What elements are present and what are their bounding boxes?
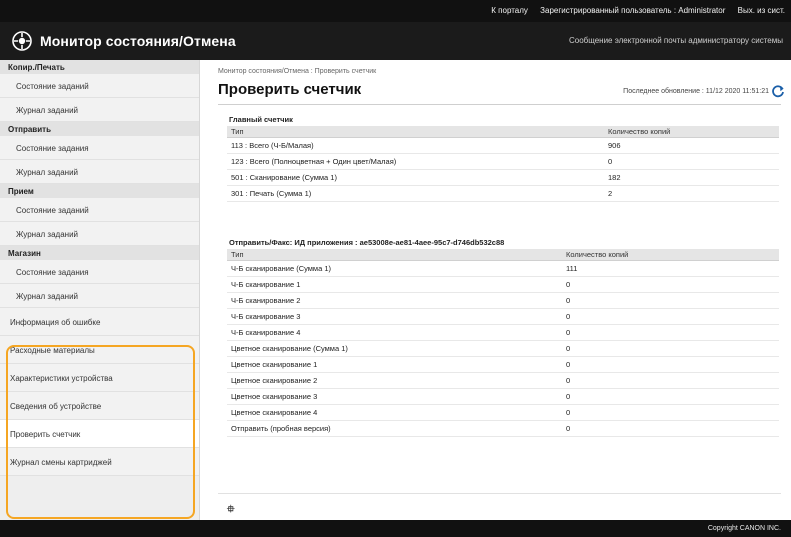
table-row: Цветное сканирование 40	[227, 404, 779, 421]
type-cell: 113 : Всего (Ч-Б/Малая)	[227, 137, 604, 154]
type-cell: Цветное сканирование 3	[227, 388, 562, 405]
logout-link[interactable]: Вых. из сист.	[738, 6, 785, 15]
count-cell: 0	[562, 292, 779, 309]
table-row: Ч-Б сканирование 40	[227, 324, 779, 341]
breadcrumb: Монитор состояния/Отмена : Проверить сче…	[218, 68, 377, 75]
sidebar-item-copy-job-status[interactable]: Состояние заданий	[0, 74, 199, 98]
sidebar-item-store-job-log[interactable]: Журнал заданий	[0, 284, 199, 308]
sidebar-section-store: Магазин	[0, 246, 199, 260]
copyright: Copyright CANON INC.	[707, 525, 781, 532]
table-row: Ч-Б сканирование 30	[227, 308, 779, 325]
send-counter-title: Отправить/Факс: ИД приложения : ae53008e…	[229, 238, 505, 247]
table-row: 501 : Сканирование (Сумма 1) 182	[227, 169, 779, 186]
type-cell: Ч-Б сканирование 3	[227, 308, 562, 325]
type-cell: Цветное сканирование (Сумма 1)	[227, 340, 562, 357]
column-header-type: Тип	[227, 126, 604, 138]
top-bar: К порталу Зарегистрированный пользовател…	[0, 0, 791, 22]
type-cell: Ч-Б сканирование (Сумма 1)	[227, 260, 562, 277]
count-cell: 906	[604, 137, 779, 154]
title-divider	[218, 104, 781, 105]
sidebar-item-device-features[interactable]: Характеристики устройства	[0, 364, 199, 392]
table-row: Отправить (пробная версия) 0	[227, 420, 779, 437]
count-cell: 0	[562, 404, 779, 421]
status-monitor-icon	[12, 31, 32, 51]
sidebar-item-check-counter[interactable]: Проверить счетчик	[0, 420, 199, 448]
count-cell: 111	[562, 260, 779, 277]
sidebar-item-cartridge-log[interactable]: Журнал смены картриджей	[0, 448, 199, 476]
send-counter-table: Тип Количество копий Ч-Б сканирование (С…	[227, 249, 779, 437]
bottom-divider	[218, 493, 781, 494]
sidebar-item-receive-job-log[interactable]: Журнал заданий	[0, 222, 199, 246]
sidebar: Копир./Печать Состояние заданий Журнал з…	[0, 60, 200, 520]
table-row: 301 : Печать (Сумма 1) 2	[227, 185, 779, 202]
app-title: Монитор состояния/Отмена	[40, 33, 236, 49]
sidebar-section-send: Отправить	[0, 122, 199, 136]
sidebar-item-device-info[interactable]: Сведения об устройстве	[0, 392, 199, 420]
table-row: Ч-Б сканирование (Сумма 1) 111	[227, 260, 779, 277]
table-row: Цветное сканирование 20	[227, 372, 779, 389]
table-row: Цветное сканирование (Сумма 1) 0	[227, 340, 779, 357]
sidebar-item-consumables[interactable]: Расходные материалы	[0, 336, 199, 364]
main-counter-table: Тип Количество копий 113 : Всего (Ч-Б/Ма…	[227, 126, 779, 202]
count-cell: 0	[562, 420, 779, 437]
footer: Copyright CANON INC.	[0, 520, 791, 537]
scroll-to-top-icon[interactable]: ⯐	[227, 502, 235, 519]
count-cell: 0	[562, 276, 779, 293]
sidebar-item-copy-job-log[interactable]: Журнал заданий	[0, 98, 199, 122]
type-cell: 501 : Сканирование (Сумма 1)	[227, 169, 604, 186]
type-cell: Цветное сканирование 1	[227, 356, 562, 373]
page-title: Проверить счетчик	[218, 81, 362, 98]
column-header-count: Количество копий	[604, 126, 779, 138]
sidebar-item-error-info[interactable]: Информация об ошибке	[0, 308, 199, 336]
count-cell: 182	[604, 169, 779, 186]
sidebar-item-receive-job-status[interactable]: Состояние заданий	[0, 198, 199, 222]
table-row: Цветное сканирование 30	[227, 388, 779, 405]
count-cell: 0	[562, 340, 779, 357]
top-links: К порталу Зарегистрированный пользовател…	[481, 6, 785, 15]
last-update: Последнее обновление : 11/12 2020 11:51:…	[623, 88, 769, 95]
table-row: Цветное сканирование 10	[227, 356, 779, 373]
type-cell: Цветное сканирование 4	[227, 404, 562, 421]
count-cell: 0	[562, 372, 779, 389]
count-cell: 0	[562, 356, 779, 373]
table-header-row: Тип Количество копий	[227, 126, 779, 138]
app-header: Монитор состояния/Отмена Сообщение элект…	[0, 22, 791, 60]
refresh-icon[interactable]	[771, 84, 785, 98]
table-row: Ч-Б сканирование 10	[227, 276, 779, 293]
sidebar-item-send-job-log[interactable]: Журнал заданий	[0, 160, 199, 184]
type-cell: Ч-Б сканирование 2	[227, 292, 562, 309]
type-cell: Цветное сканирование 2	[227, 372, 562, 389]
sidebar-section-copy-print: Копир./Печать	[0, 60, 199, 74]
column-header-type: Тип	[227, 249, 562, 261]
column-header-count: Количество копий	[562, 249, 779, 261]
type-cell: Отправить (пробная версия)	[227, 420, 562, 437]
count-cell: 0	[562, 388, 779, 405]
main-counter-title: Главный счетчик	[229, 115, 293, 124]
count-cell: 2	[604, 185, 779, 202]
main-content: Монитор состояния/Отмена : Проверить сче…	[200, 60, 791, 520]
mail-admin-link[interactable]: Сообщение электронной почты администрато…	[569, 36, 783, 45]
sidebar-item-send-job-status[interactable]: Состояние задания	[0, 136, 199, 160]
count-cell: 0	[562, 308, 779, 325]
type-cell: Ч-Б сканирование 4	[227, 324, 562, 341]
sidebar-item-store-job-status[interactable]: Состояние задания	[0, 260, 199, 284]
user-label: Зарегистрированный пользователь : Admini…	[540, 6, 726, 15]
table-header-row: Тип Количество копий	[227, 249, 779, 261]
type-cell: Ч-Б сканирование 1	[227, 276, 562, 293]
table-row: 113 : Всего (Ч-Б/Малая) 906	[227, 137, 779, 154]
table-row: 123 : Всего (Полноцветная + Один цвет/Ма…	[227, 153, 779, 170]
count-cell: 0	[604, 153, 779, 170]
count-cell: 0	[562, 324, 779, 341]
type-cell: 301 : Печать (Сумма 1)	[227, 185, 604, 202]
sidebar-section-receive: Прием	[0, 184, 199, 198]
table-row: Ч-Б сканирование 20	[227, 292, 779, 309]
portal-link[interactable]: К порталу	[491, 6, 528, 15]
type-cell: 123 : Всего (Полноцветная + Один цвет/Ма…	[227, 153, 604, 170]
